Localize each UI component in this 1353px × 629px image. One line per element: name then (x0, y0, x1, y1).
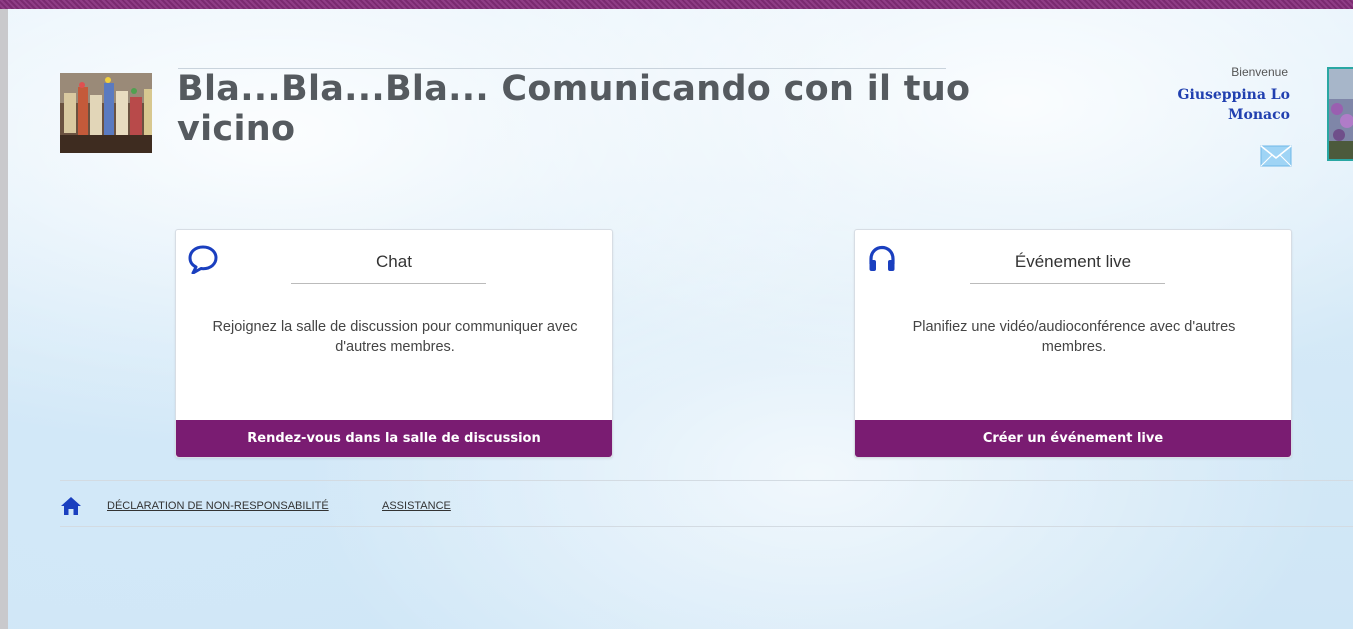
card-title: Événement live (1014, 252, 1132, 271)
disclaimer-link[interactable]: DÉCLARATION DE NON-RESPONSABILITÉ (107, 500, 329, 512)
footer-divider-top (60, 480, 1353, 481)
card-title: Chat (376, 252, 412, 271)
support-link[interactable]: ASSISTANCE (382, 500, 451, 512)
card-title-divider (291, 283, 486, 284)
join-chat-button[interactable]: Rendez-vous dans la salle de discussion (176, 420, 612, 457)
envelope-icon[interactable] (1260, 145, 1292, 167)
live-event-card: Événement live Planifiez une vidéo/audio… (854, 229, 1292, 458)
card-description: Rejoignez la salle de discussion pour co… (212, 319, 578, 355)
user-avatar[interactable] (1327, 67, 1353, 161)
user-name-link[interactable]: Giuseppina Lo Monaco (1148, 85, 1290, 125)
group-thumbnail (60, 73, 152, 153)
create-live-event-button[interactable]: Créer un événement live (855, 420, 1291, 457)
card-title-divider (970, 283, 1165, 284)
site-title: Bla...Bla...Bla... Comunicando con il tu… (177, 69, 971, 149)
chat-card: Chat Rejoignez la salle de discussion po… (175, 229, 613, 458)
home-icon[interactable] (60, 496, 82, 516)
page-background: Bla...Bla...Bla... Comunicando con il tu… (8, 9, 1353, 629)
welcome-label: Bienvenue (1231, 65, 1288, 79)
footer-divider-bottom (60, 526, 1353, 527)
top-accent-bar (0, 0, 1353, 9)
card-description: Planifiez une vidéo/audioconférence avec… (912, 319, 1236, 355)
